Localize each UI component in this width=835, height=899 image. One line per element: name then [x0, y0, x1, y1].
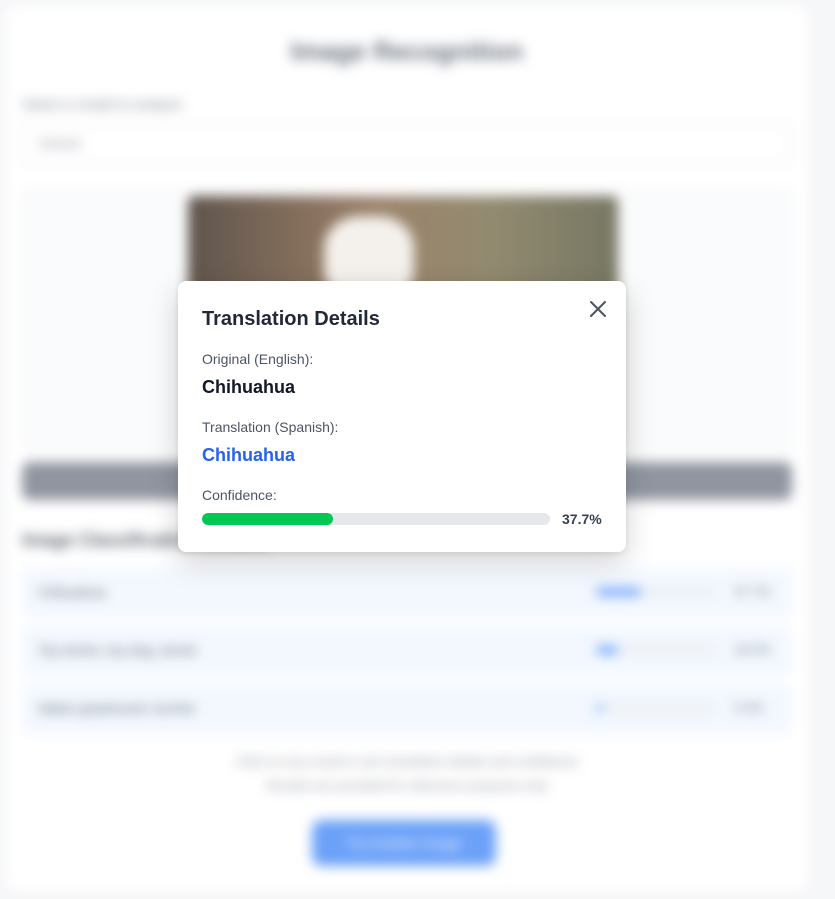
confidence-percent: 37.7%: [562, 511, 602, 527]
confidence-bar-fill: [202, 513, 334, 525]
translation-label: Translation (Spanish):: [202, 419, 339, 435]
translation-value: Chihuahua: [202, 445, 295, 465]
close-button[interactable]: [582, 297, 614, 321]
original-label: Original (English):: [202, 351, 314, 367]
original-value: Chihuahua: [202, 377, 295, 397]
confidence-label: Confidence:: [202, 487, 277, 503]
modal-title: Translation Details: [202, 308, 380, 330]
translation-details-modal: Translation Details Original (English): …: [178, 281, 626, 552]
confidence-bar: [202, 513, 550, 525]
close-icon: [590, 301, 606, 317]
